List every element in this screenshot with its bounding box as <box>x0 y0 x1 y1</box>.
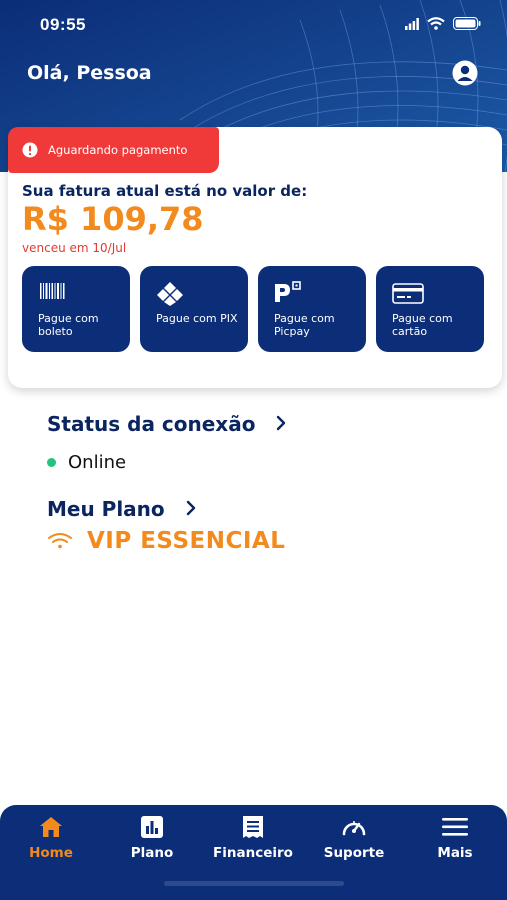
badge-label: Aguardando pagamento <box>48 143 188 157</box>
menu-icon <box>442 818 468 836</box>
plan-name: VIP ESSENCIAL <box>87 528 286 554</box>
receipt-icon <box>243 816 263 838</box>
nav-home-label: Home <box>29 845 73 861</box>
speedometer-icon <box>342 821 366 836</box>
invoice-amount: R$ 109,78 <box>22 200 204 238</box>
wifi-icon <box>48 533 72 549</box>
pay-boleto-label: Pague com boleto <box>38 312 99 338</box>
barcode-icon <box>40 283 65 299</box>
nav-mais-label: Mais <box>437 845 473 861</box>
pay-picpay-button[interactable]: Pague com Picpay <box>258 266 366 352</box>
nav-plano-label: Plano <box>130 845 174 861</box>
home-indicator[interactable] <box>164 881 344 886</box>
nav-suporte[interactable]: Suporte <box>304 815 404 867</box>
nav-financeiro[interactable]: Financeiro <box>203 815 303 867</box>
user-icon[interactable] <box>452 60 478 86</box>
connection-status-link[interactable]: Status da conexão <box>47 412 286 436</box>
chevron-right-icon <box>186 500 195 516</box>
pix-icon <box>157 282 183 306</box>
chart-icon <box>141 816 163 838</box>
greeting-text: Olá, Pessoa <box>27 62 152 84</box>
nav-suporte-label: Suporte <box>323 845 385 861</box>
payment-status-badge: Aguardando pagamento <box>8 127 219 173</box>
alert-icon <box>22 142 38 158</box>
nav-home[interactable]: Home <box>1 815 101 867</box>
pay-card-button[interactable]: Pague com cartão <box>376 266 484 352</box>
credit-card-icon <box>392 283 424 304</box>
pay-picpay-label: Pague com Picpay <box>274 312 335 338</box>
picpay-icon <box>275 281 301 302</box>
chevron-right-icon <box>277 415 286 431</box>
pay-pix-label: Pague com PIX <box>156 312 238 325</box>
home-icon <box>40 817 62 837</box>
online-indicator-dot <box>47 458 56 467</box>
pay-boleto-button[interactable]: Pague com boleto <box>22 266 130 352</box>
connection-status-value: Online <box>68 452 127 473</box>
pay-card-label: Pague com cartão <box>392 312 453 338</box>
nav-plano[interactable]: Plano <box>102 815 202 867</box>
connection-status-row: Online <box>47 452 126 473</box>
my-plan-link[interactable]: Meu Plano <box>47 497 196 521</box>
cellular-signal-icon <box>405 17 419 30</box>
status-icons <box>405 17 481 30</box>
status-bar: 09:55 <box>0 0 507 52</box>
status-time: 09:55 <box>40 15 86 34</box>
plan-row: VIP ESSENCIAL <box>47 528 285 554</box>
nav-financeiro-label: Financeiro <box>213 845 293 861</box>
payment-options: Pague com boleto Pague com PIX Pague com <box>22 266 484 352</box>
invoice-due-date: venceu em 10/Jul <box>22 241 127 255</box>
my-plan-title: Meu Plano <box>47 497 165 521</box>
invoice-label: Sua fatura atual está no valor de: <box>22 182 308 200</box>
invoice-card: Aguardando pagamento Sua fatura atual es… <box>8 127 502 388</box>
wifi-icon <box>427 17 445 30</box>
battery-icon <box>453 17 481 30</box>
pay-pix-button[interactable]: Pague com PIX <box>140 266 248 352</box>
nav-mais[interactable]: Mais <box>405 815 505 867</box>
connection-status-title: Status da conexão <box>47 412 256 436</box>
